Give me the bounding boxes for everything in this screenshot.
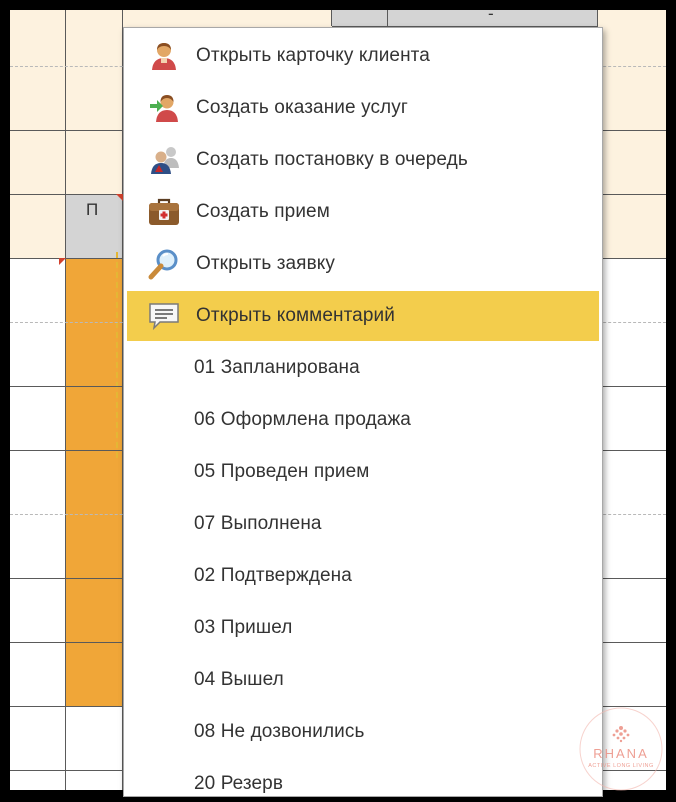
menu-item-status-completed[interactable]: 07 Выполнена	[127, 499, 599, 549]
top-cell-text: -	[488, 10, 494, 23]
person-arrow-icon	[146, 90, 182, 126]
queue-people-icon	[146, 142, 182, 178]
menu-item-open-client-card[interactable]: Открыть карточку клиента	[127, 31, 599, 81]
header-cell-top-grey-1	[332, 10, 388, 26]
menu-item-label: Создать прием	[196, 201, 330, 222]
menu-item-label: 08 Не дозвонились	[194, 721, 365, 742]
appointment-block[interactable]	[66, 258, 123, 706]
menu-item-label: Создать постановку в очередь	[196, 149, 468, 170]
menu-item-label: 06 Оформлена продажа	[194, 409, 411, 430]
menu-item-status-planned[interactable]: 01 Запланирована	[127, 343, 599, 393]
magnifier-icon	[146, 246, 182, 282]
menu-item-open-request[interactable]: Открыть заявку	[127, 239, 599, 289]
menu-item-create-appointment[interactable]: Создать прием	[127, 187, 599, 237]
menu-item-label: Создать оказание услуг	[196, 97, 408, 118]
menu-item-label: Открыть комментарий	[196, 305, 395, 326]
menu-item-status-confirmed[interactable]: 02 Подтверждена	[127, 551, 599, 601]
menu-item-status-no-answer[interactable]: 08 Не дозвонились	[127, 707, 599, 757]
menu-item-label: 04 Вышел	[194, 669, 284, 690]
menu-item-label: 01 Запланирована	[194, 357, 360, 378]
menu-item-label: 03 Пришел	[194, 617, 293, 638]
selection-outline	[116, 252, 120, 458]
context-menu: Открыть карточку клиента Создать оказани…	[123, 27, 603, 797]
menu-item-label: 02 Подтверждена	[194, 565, 352, 586]
menu-item-status-appointment-done[interactable]: 05 Проведен прием	[127, 447, 599, 497]
menu-item-label: Открыть карточку клиента	[196, 45, 430, 66]
brand-watermark-logo: RHANA ACTIVE LONG LIVING	[578, 706, 664, 792]
client-person-icon	[146, 38, 182, 74]
menu-item-label: Открыть заявку	[196, 253, 335, 274]
menu-item-create-service[interactable]: Создать оказание услуг	[127, 83, 599, 133]
menu-item-label: 20 Резерв	[194, 773, 284, 794]
svg-text:ACTIVE LONG LIVING: ACTIVE LONG LIVING	[588, 763, 654, 769]
column-header-letter: П	[86, 200, 99, 219]
medical-bag-icon	[146, 194, 182, 230]
menu-item-status-reserve[interactable]: 20 Резерв	[127, 759, 599, 802]
menu-item-status-left[interactable]: 04 Вышел	[127, 655, 599, 705]
svg-text:RHANA: RHANA	[593, 746, 649, 761]
menu-item-label: 07 Выполнена	[194, 513, 322, 534]
menu-item-label: 05 Проведен прием	[194, 461, 370, 482]
comment-marker	[116, 194, 123, 201]
comment-marker	[59, 258, 66, 265]
comment-icon	[146, 298, 182, 334]
menu-item-status-sale[interactable]: 06 Оформлена продажа	[127, 395, 599, 445]
menu-item-open-comment[interactable]: Открыть комментарий	[127, 291, 599, 341]
menu-item-create-queue[interactable]: Создать постановку в очередь	[127, 135, 599, 185]
menu-item-status-arrived[interactable]: 03 Пришел	[127, 603, 599, 653]
